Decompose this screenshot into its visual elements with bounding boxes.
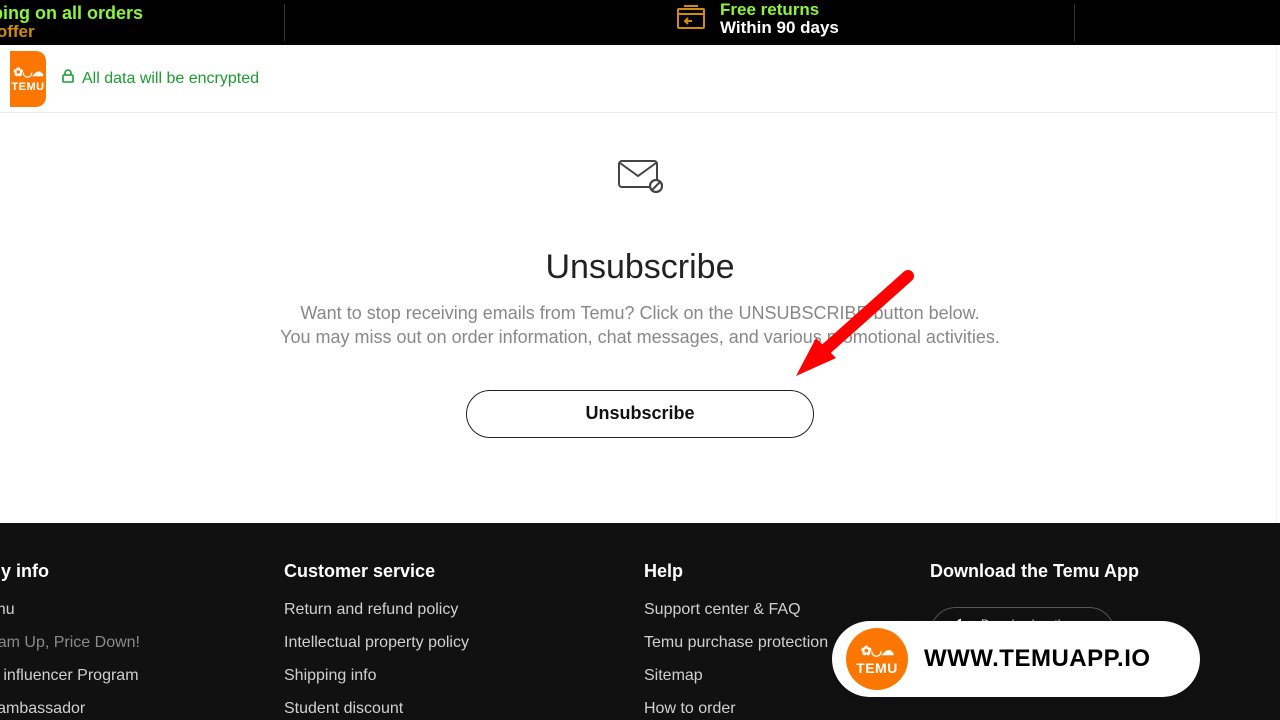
footer-heading-download: Download the Temu App: [930, 561, 1139, 582]
promo-returns: Free returns Within 90 days: [676, 1, 839, 38]
promo-shipping-text: e shipping on all orders: [0, 4, 143, 23]
page-title: Unsubscribe: [546, 248, 735, 287]
right-edge-strip: [1276, 45, 1280, 523]
promo-left: e shipping on all orders ted-time offer: [0, 0, 143, 45]
unsubscribe-main: Unsubscribe Want to stop receiving email…: [0, 113, 1280, 523]
encryption-text: All data will be encrypted: [82, 70, 259, 88]
desc-line-2: You may miss out on order information, c…: [280, 327, 1000, 347]
footer-link-about[interactable]: ut Temu: [0, 601, 284, 619]
lock-icon: [60, 68, 76, 89]
footer-link-shipping[interactable]: Shipping info: [284, 667, 644, 685]
footer-heading-cs: Customer service: [284, 561, 644, 582]
temu-logo[interactable]: ✿◡☁ TEMU: [10, 51, 46, 107]
footer-link-ambassador[interactable]: npus ambassador: [0, 700, 284, 718]
encryption-badge: All data will be encrypted: [60, 68, 259, 89]
returns-box-icon: [676, 4, 706, 35]
desc-line-1: Want to stop receiving emails from Temu?…: [300, 303, 979, 323]
footer-link-returns[interactable]: Return and refund policy: [284, 601, 644, 619]
watermark-url: WWW.TEMUAPP.IO: [924, 645, 1151, 673]
footer-col-company: npany info ut Temu u - Team Up, Price Do…: [0, 561, 284, 718]
footer-link-ip[interactable]: Intellectual property policy: [284, 634, 644, 652]
logo-glyphs-icon: ✿◡☁: [13, 65, 43, 79]
footer-link-affiliate[interactable]: iate & influencer Program: [0, 667, 284, 685]
footer-heading-company: npany info: [0, 561, 284, 582]
footer-col-customer-service: Customer service Return and refund polic…: [284, 561, 644, 718]
footer-heading-help: Help: [644, 561, 930, 582]
page-description: Want to stop receiving emails from Temu?…: [280, 301, 1000, 350]
promo-offer-text: ted-time offer: [0, 23, 143, 42]
logo-brand-text: TEMU: [11, 81, 44, 93]
promo-returns-sub: Within 90 days: [720, 19, 839, 38]
logo-glyphs-icon: ✿◡☁: [861, 643, 893, 659]
footer-link-student[interactable]: Student discount: [284, 700, 644, 718]
promo-returns-title: Free returns: [720, 1, 839, 19]
mail-unsubscribe-icon: [617, 159, 663, 198]
watermark-brand-text: TEMU: [856, 660, 898, 676]
footer-link-tagline[interactable]: u - Team Up, Price Down!: [0, 634, 284, 652]
footer-link-howto[interactable]: How to order: [644, 700, 930, 718]
promo-bar: e shipping on all orders ted-time offer …: [0, 0, 1280, 45]
watermark-logo: ✿◡☁ TEMU: [846, 628, 908, 690]
promo-separator: [1074, 4, 1075, 41]
watermark-pill: ✿◡☁ TEMU WWW.TEMUAPP.IO: [832, 621, 1200, 697]
footer-link-support[interactable]: Support center & FAQ: [644, 601, 930, 619]
site-header: ✿◡☁ TEMU All data will be encrypted: [0, 45, 1280, 113]
unsubscribe-button[interactable]: Unsubscribe: [466, 390, 814, 438]
promo-separator: [284, 4, 285, 41]
